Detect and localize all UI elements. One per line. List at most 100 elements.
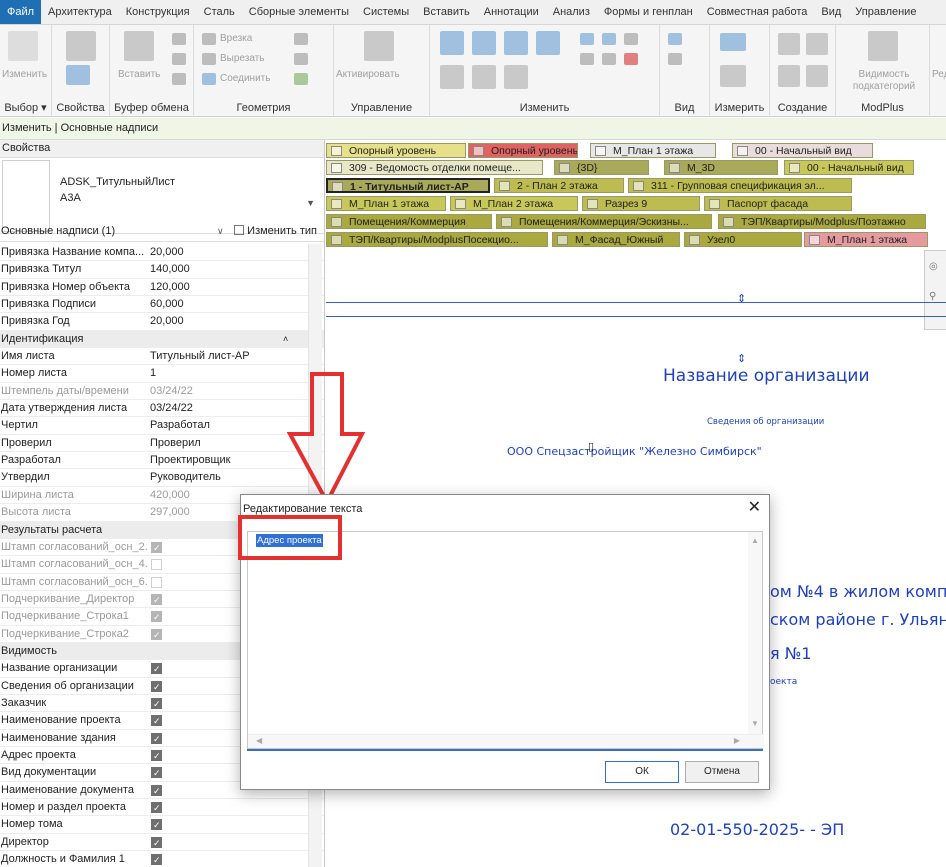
ribbon-tab[interactable]: Анализ — [546, 0, 597, 24]
ribbon-tab[interactable]: Вставить — [416, 0, 477, 24]
property-row[interactable]: Привязка Титул 140,000 — [0, 261, 324, 279]
visibility-icon[interactable] — [868, 31, 898, 61]
view-tab[interactable]: М_План 1 этажа — [326, 196, 446, 211]
view-tab[interactable]: М_План 2 этажа — [450, 196, 578, 211]
move-icon[interactable] — [440, 65, 464, 89]
chevron-down-icon[interactable]: ▼ — [306, 198, 315, 208]
property-checkbox[interactable] — [151, 835, 162, 850]
cut-notch-button[interactable]: Врезка — [220, 33, 252, 44]
view-tab[interactable]: М_Фасад_Южный — [552, 232, 680, 247]
view-tab[interactable]: 00 - Начальный вид — [732, 143, 873, 158]
create-assembly-icon[interactable] — [778, 33, 800, 55]
project-address-fragment[interactable]: оекта — [770, 677, 797, 687]
ribbon-tab[interactable]: Управление — [848, 0, 923, 24]
join-button[interactable]: Соединить — [220, 73, 270, 84]
view-tab[interactable]: Узел0 — [684, 232, 802, 247]
property-row[interactable]: Утвердил Руководитель — [0, 469, 324, 487]
property-checkbox[interactable] — [151, 817, 162, 833]
extra-button[interactable]: Ред — [932, 69, 946, 80]
delete-icon[interactable] — [624, 53, 638, 65]
view-tab[interactable]: Опорный уровень — [468, 143, 578, 158]
align-icon[interactable] — [440, 31, 464, 55]
view-tab[interactable]: Разрез 9 — [582, 196, 700, 211]
ribbon-tab[interactable]: Сборные элементы — [242, 0, 356, 24]
view-tab[interactable]: 1 - Титульный лист-АР — [326, 178, 490, 193]
modify-cursor-icon[interactable] — [8, 31, 38, 61]
property-value[interactable]: Проектировщик — [150, 452, 295, 468]
property-value[interactable]: 03/24/22 — [150, 400, 295, 416]
steering-wheel-icon[interactable]: ◎ — [929, 261, 938, 272]
select-dropdown[interactable]: Выбор ▾ — [0, 101, 51, 114]
properties-icon[interactable] — [66, 31, 96, 61]
split-face-icon[interactable] — [294, 53, 308, 65]
property-checkbox[interactable] — [151, 713, 162, 729]
project-name-line-2[interactable]: ском районе г. Ульян — [770, 610, 946, 629]
view-override-icon[interactable] — [668, 53, 682, 65]
property-row[interactable]: Номер тома — [0, 816, 324, 834]
instance-filter[interactable]: Основные надписи (1) ∨ Изменить тип — [0, 220, 324, 242]
view-tab[interactable]: Паспорт фасада — [704, 196, 852, 211]
property-value[interactable]: 1 — [150, 365, 295, 381]
view-pin-icon[interactable] — [668, 33, 682, 45]
org-name-text[interactable]: Название организации — [663, 366, 870, 386]
cut-geometry-button[interactable]: Вырезать — [220, 53, 264, 64]
view-tab[interactable]: ТЭП/Квартиры/Modplus/Поэтажно — [718, 214, 926, 229]
ribbon-tab[interactable]: Совместная работа — [700, 0, 815, 24]
type-properties-icon[interactable] — [66, 65, 90, 85]
copy-icon[interactable] — [172, 53, 186, 65]
ribbon-tab[interactable]: Сталь — [197, 0, 242, 24]
close-icon[interactable]: ✕ — [748, 499, 761, 517]
view-tab[interactable]: 00 - Начальный вид — [784, 160, 914, 175]
property-row[interactable]: Дата утверждения листа 03/24/22 — [0, 400, 324, 418]
scroll-right-icon[interactable]: ▶ — [734, 736, 740, 745]
split-icon[interactable] — [602, 33, 616, 45]
project-name-line-3[interactable]: я №1 — [770, 644, 812, 663]
chevron-down-icon[interactable]: ∨ — [217, 220, 224, 242]
ribbon-tab[interactable]: Вид — [814, 0, 848, 24]
paste-icon[interactable] — [124, 31, 154, 61]
property-row[interactable]: Должность и Фамилия 1 — [0, 851, 324, 867]
view-tab[interactable]: М_План 1 этажа — [804, 232, 928, 247]
view-tab[interactable]: ТЭП/Квартиры/ModplusПосекцио... — [326, 232, 548, 247]
property-row[interactable]: Привязка Год 20,000 — [0, 313, 324, 331]
navigation-bar[interactable]: ◎ ⚲ — [924, 250, 946, 330]
trim-icon[interactable] — [580, 33, 594, 45]
cancel-button[interactable]: Отмена — [685, 761, 759, 783]
property-checkbox[interactable] — [151, 661, 162, 677]
property-checkbox[interactable] — [151, 696, 162, 711]
project-name-line-1[interactable]: ом №4 в жилом комп — [770, 582, 946, 601]
property-value[interactable]: Руководитель — [150, 469, 295, 485]
mirror-draw-icon[interactable] — [536, 31, 560, 55]
property-value[interactable]: Титульный лист-АР — [150, 348, 295, 364]
doc-number-text[interactable]: 02-01-550-2025- - ЭП — [670, 820, 844, 839]
offset-icon[interactable] — [472, 31, 496, 55]
text-edit-area[interactable]: Адрес проекта ▲ ▼ ◀ ▶ — [247, 531, 764, 749]
view-tab[interactable]: M_3D — [664, 160, 778, 175]
property-row[interactable]: Разработал Проектировщик — [0, 452, 324, 470]
ribbon-tab[interactable]: Формы и генплан — [597, 0, 700, 24]
ribbon-tab[interactable]: Файл — [0, 0, 42, 24]
scroll-down-icon[interactable]: ▼ — [751, 719, 759, 728]
pin-icon[interactable] — [602, 53, 616, 65]
property-value[interactable]: 120,000 — [150, 279, 295, 295]
property-row[interactable]: Штемпель даты/времени 03/24/22 — [0, 383, 324, 401]
array-icon[interactable] — [624, 33, 638, 45]
property-value[interactable]: Разработал — [150, 417, 295, 433]
visibility-subcategories-button[interactable]: Видимость подкатегорий — [844, 69, 924, 93]
paste-button[interactable]: Вставить — [118, 69, 160, 80]
property-value[interactable]: 20,000 — [150, 244, 295, 260]
property-value[interactable]: 20,000 — [150, 313, 295, 329]
property-group-header[interactable]: Идентификация ˄ — [0, 330, 324, 349]
scroll-up-icon[interactable]: ▲ — [751, 536, 759, 545]
view-tab[interactable]: 311 - Групповая спецификация эл... — [628, 178, 852, 193]
property-value[interactable]: 140,000 — [150, 261, 295, 277]
edit-type-button[interactable]: Изменить тип — [234, 220, 317, 242]
view-tab[interactable]: Помещения/Коммерция/Эскизны... — [496, 214, 712, 229]
measure-icon[interactable] — [720, 33, 746, 51]
property-value[interactable]: 60,000 — [150, 296, 295, 312]
view-tab[interactable]: 309 - Ведомость отделки помеще... — [326, 160, 543, 175]
org-info-text[interactable]: Сведения об организации — [707, 417, 824, 427]
property-row[interactable]: Директор — [0, 834, 324, 852]
modify-button[interactable]: Изменить — [2, 69, 47, 80]
match-type-icon[interactable] — [172, 73, 186, 85]
